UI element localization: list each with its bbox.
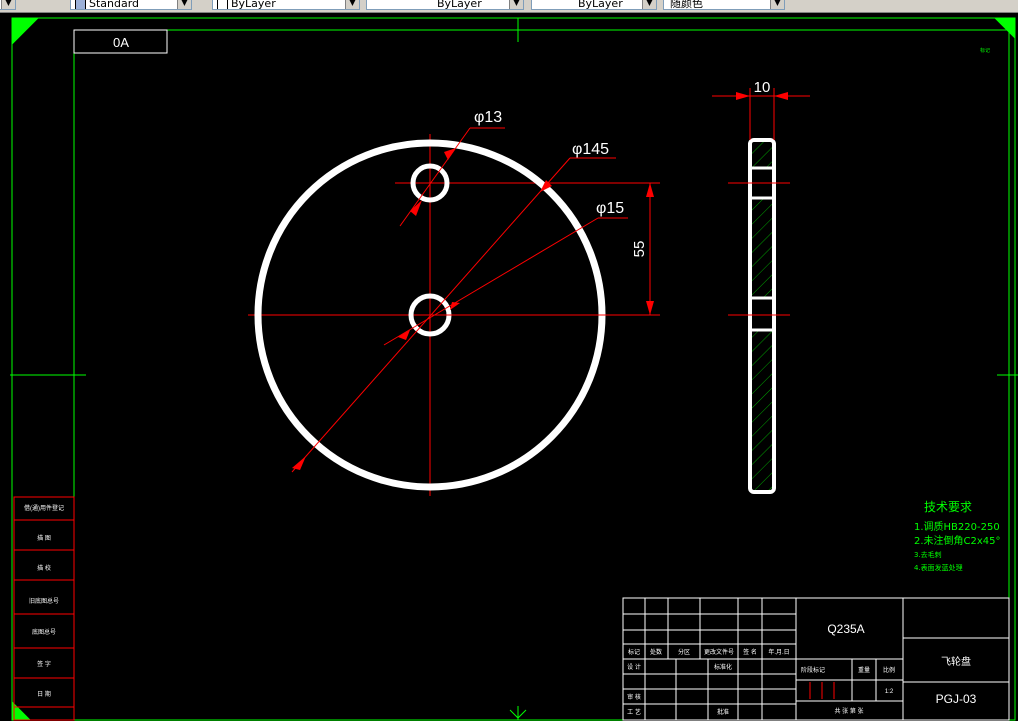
tech-requirement-3: 3.去毛刺 bbox=[914, 550, 942, 559]
sheet-info: 共 张 第 张 bbox=[834, 707, 863, 715]
chevron-down-icon: ▼ bbox=[770, 0, 784, 9]
sheet-label: A0 bbox=[113, 35, 129, 50]
chevron-down-icon: ▼ bbox=[642, 0, 656, 9]
chevron-down-icon: ▼ bbox=[1, 0, 15, 9]
scale-value: 1:2 bbox=[885, 689, 894, 695]
linetype-combo[interactable]: ByLayer ▼ bbox=[366, 0, 524, 10]
left-strip-label: 底图总号 bbox=[32, 628, 56, 636]
lineweight-combo[interactable]: ByLayer ▼ bbox=[531, 0, 657, 10]
front-view: φ13 φ145 φ15 55 bbox=[248, 109, 660, 496]
dim-bore-label: φ15 bbox=[596, 200, 624, 217]
sheet-border bbox=[10, 17, 1018, 721]
sheet-label-box: A0 bbox=[73, 29, 168, 54]
left-strip: 借(通)用件登记 描 图 描 校 旧底图总号 底图总号 签 字 日 期 bbox=[13, 496, 75, 721]
scale-header: 比例 bbox=[883, 666, 895, 674]
row-label: 审 核 bbox=[627, 693, 641, 701]
left-strip-label: 日 期 bbox=[37, 690, 51, 698]
part-name: 飞轮盘 bbox=[941, 655, 971, 668]
tech-requirements: 技术要求 1.调质HB220-250 2.未注倒角C2x45° 3.去毛刺 4.… bbox=[914, 500, 1001, 572]
title-block: Q235A 飞轮盘 PGJ-03 阶段标记 重量 比例 1:2 共 张 第 张 … bbox=[622, 597, 1010, 721]
left-strip-label: 旧底图总号 bbox=[29, 597, 59, 605]
tech-requirement-1: 1.调质HB220-250 bbox=[914, 521, 1000, 533]
revision-header: 处数 bbox=[650, 648, 662, 656]
tech-requirement-2: 2.未注倒角C2x45° bbox=[914, 534, 1001, 547]
left-strip-label: 借(通)用件登记 bbox=[24, 504, 64, 512]
toolbar-combo-left[interactable]: ▼ bbox=[0, 0, 16, 10]
row-label: 工 艺 bbox=[627, 708, 641, 716]
chevron-down-icon: ▼ bbox=[177, 0, 191, 9]
chevron-down-icon: ▼ bbox=[509, 0, 523, 9]
plotstyle-value: 随颜色 bbox=[670, 0, 703, 10]
chevron-down-icon: ▼ bbox=[345, 0, 359, 9]
left-strip-label: 签 字 bbox=[37, 660, 51, 668]
corner-mark: 标记 bbox=[980, 47, 990, 54]
left-strip-label: 描 校 bbox=[37, 564, 51, 572]
linetype-value: ByLayer bbox=[437, 0, 482, 10]
revision-header: 更改文件号 bbox=[704, 648, 734, 656]
dim-outer-label: φ145 bbox=[572, 141, 609, 158]
side-view: 10 bbox=[712, 79, 810, 494]
tech-requirement-4: 4.表面发蓝处理 bbox=[914, 563, 963, 572]
drawing-canvas[interactable]: A0 标记 φ13 φ145 φ15 55 10 技术要求 1.调质HB220-… bbox=[0, 12, 1018, 721]
color-swatch-icon bbox=[217, 0, 228, 9]
material-value: Q235A bbox=[827, 622, 864, 636]
revision-header: 年.月.日 bbox=[768, 648, 789, 656]
weight-header: 重量 bbox=[858, 666, 870, 674]
revision-header: 分区 bbox=[678, 648, 690, 656]
revision-header: 标记 bbox=[628, 648, 640, 656]
dim-distance-label: 55 bbox=[631, 241, 648, 258]
revision-header: 签 名 bbox=[743, 648, 757, 656]
dim-hole-label: φ13 bbox=[474, 109, 502, 126]
color-combo[interactable]: ByLayer ▼ bbox=[212, 0, 360, 10]
textstyle-value: Standard bbox=[89, 0, 140, 10]
left-strip-label: 描 图 bbox=[37, 534, 51, 542]
textstyle-combo[interactable]: Standard ▼ bbox=[70, 0, 192, 10]
drawing-number: PGJ-03 bbox=[936, 692, 977, 706]
dim-thickness-label: 10 bbox=[754, 79, 771, 96]
plotstyle-combo[interactable]: 随颜色 ▼ bbox=[663, 0, 785, 10]
text-style-icon bbox=[75, 0, 86, 9]
tech-requirements-title: 技术要求 bbox=[924, 500, 972, 514]
row-label: 标准化 bbox=[714, 663, 732, 671]
row-label: 批准 bbox=[717, 708, 729, 716]
row-label: 设 计 bbox=[627, 663, 641, 671]
lineweight-value: ByLayer bbox=[578, 0, 623, 10]
stage-header: 阶段标记 bbox=[801, 666, 825, 674]
color-value: ByLayer bbox=[231, 0, 276, 10]
